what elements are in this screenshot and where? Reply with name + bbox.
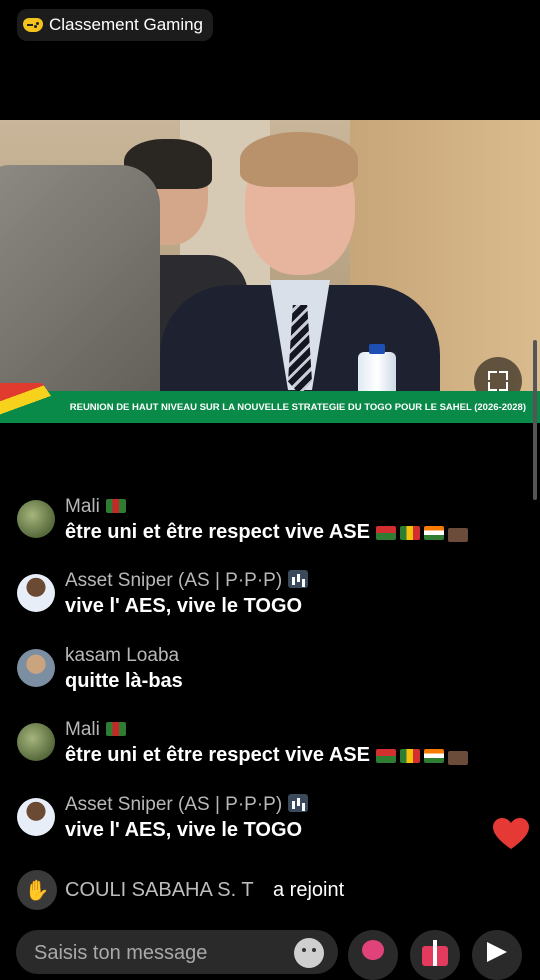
message-text: vive l' AES, vive le TOGO xyxy=(65,819,303,841)
gamepad-icon xyxy=(23,18,43,32)
composer-bar: Saisis ton message xyxy=(0,928,540,980)
chat-message[interactable]: Asset Sniper (AS | P·P·P) vive l' AES, v… xyxy=(17,564,517,622)
join-notice: ✋ COULI SABAHA S. T a rejoint xyxy=(17,870,417,910)
join-action: a rejoint xyxy=(273,879,345,901)
message-author: Asset Sniper (AS | P·P·P) xyxy=(65,794,309,816)
chart-icon xyxy=(288,570,309,588)
join-user-name: COULI SABAHA S. T xyxy=(65,879,254,901)
fist-icon xyxy=(447,528,468,542)
chat-message[interactable]: kasam Loaba quitte là-bas xyxy=(17,639,517,697)
chat-message[interactable]: Mali être uni et être respect vive ASE xyxy=(17,713,517,771)
message-text: quitte là-bas xyxy=(65,670,183,692)
emoji-icon[interactable] xyxy=(294,938,324,968)
message-text: être uni et être respect vive ASE xyxy=(65,744,472,769)
live-video[interactable]: REUNION DE HAUT NIVEAU SUR LA NOUVELLE S… xyxy=(0,120,540,423)
chat-message[interactable]: Mali être uni et être respect vive ASE xyxy=(17,490,517,548)
news-banner: REUNION DE HAUT NIVEAU SUR LA NOUVELLE S… xyxy=(0,383,540,423)
message-text: être uni et être respect vive ASE xyxy=(65,521,472,546)
person-foreground xyxy=(150,120,450,423)
water-bottle xyxy=(358,344,396,392)
ranking-badge[interactable]: Classement Gaming xyxy=(17,9,214,41)
message-author: Asset Sniper (AS | P·P·P) xyxy=(65,570,309,592)
fist-icon xyxy=(447,751,468,765)
avatar[interactable] xyxy=(17,574,55,612)
avatar[interactable] xyxy=(17,649,55,687)
flags-emoji xyxy=(375,523,472,546)
rose-gift-icon[interactable] xyxy=(348,930,398,980)
ranking-badge-label: Classement Gaming xyxy=(49,15,204,34)
message-author: Mali xyxy=(65,719,126,741)
wave-icon: ✋ xyxy=(17,870,57,910)
message-input-placeholder: Saisis ton message xyxy=(34,942,208,964)
banner-title: REUNION DE HAUT NIVEAU SUR LA NOUVELLE S… xyxy=(69,401,526,413)
message-text: vive l' AES, vive le TOGO xyxy=(65,595,303,617)
flag-icon xyxy=(105,499,126,513)
chat-message[interactable]: Asset Sniper (AS | P·P·P) vive l' AES, v… xyxy=(17,788,517,846)
flag-icon xyxy=(105,722,126,736)
avatar[interactable] xyxy=(17,500,55,538)
fullscreen-icon xyxy=(488,371,508,391)
message-input[interactable]: Saisis ton message xyxy=(16,930,338,974)
flags-emoji xyxy=(375,746,472,769)
scrollbar[interactable] xyxy=(533,340,537,500)
message-author: Mali xyxy=(65,496,126,518)
share-icon[interactable] xyxy=(472,930,522,980)
avatar[interactable] xyxy=(17,798,55,836)
chart-icon xyxy=(288,794,309,812)
message-author: kasam Loaba xyxy=(65,645,180,666)
avatar[interactable] xyxy=(17,723,55,761)
heart-icon[interactable] xyxy=(493,818,529,850)
gift-icon[interactable] xyxy=(410,930,460,980)
